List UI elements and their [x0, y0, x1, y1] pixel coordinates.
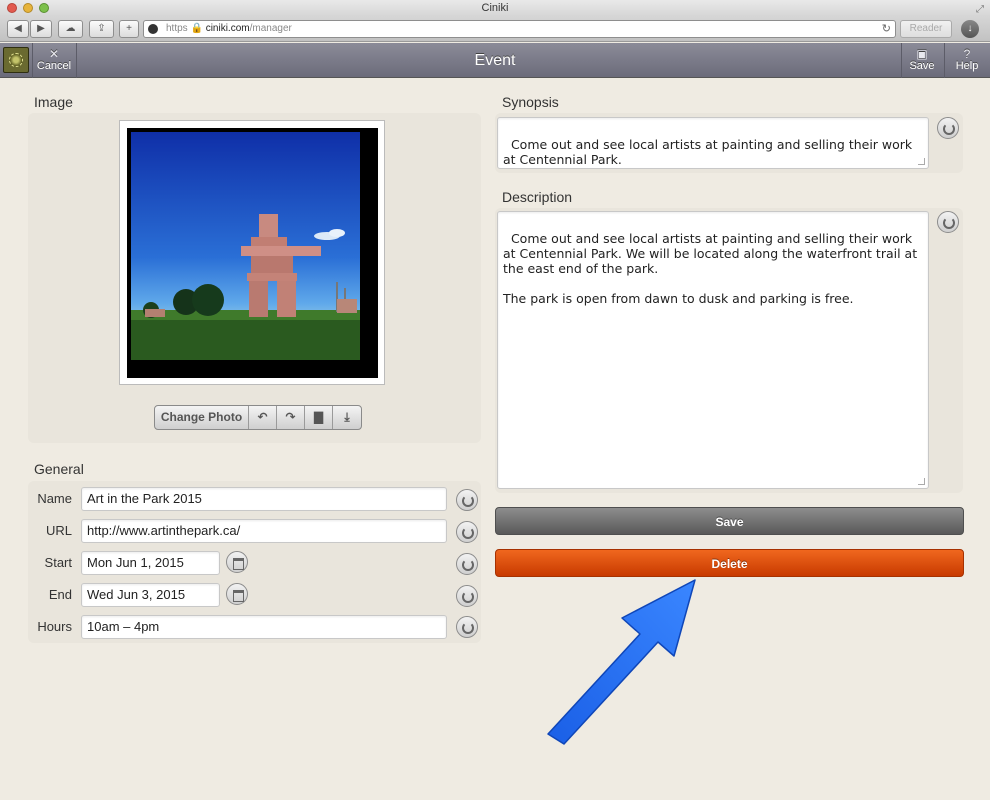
help-button[interactable]: ? Help [948, 48, 986, 72]
rotate-left-button[interactable]: ↶ [249, 406, 277, 429]
help-label: Help [955, 60, 979, 72]
photo-toolbar: Change Photo ↶ ↷ ▇ ⤓ [154, 405, 362, 430]
cloud-icon: ☁ [65, 23, 76, 34]
zoom-window-button[interactable] [39, 3, 49, 13]
description-revert-button[interactable] [937, 211, 959, 233]
synopsis-textarea[interactable]: Come out and see local artists at painti… [497, 117, 929, 169]
synopsis-revert-button[interactable] [937, 117, 959, 139]
close-icon: ✕ [48, 47, 60, 61]
image-section-label: Image [34, 94, 73, 110]
window-titlebar: Ciniki ⤢ [0, 0, 990, 16]
help-icon: ? [963, 47, 971, 61]
name-revert-button[interactable] [456, 489, 478, 511]
change-photo-button[interactable]: Change Photo [155, 406, 249, 429]
start-label: Start [44, 555, 72, 570]
url-input[interactable]: http://www.artinthepark.ca/ [81, 519, 447, 543]
header-divider [944, 43, 945, 78]
description-text: Come out and see local artists at painti… [503, 231, 918, 306]
hours-revert-button[interactable] [456, 616, 478, 638]
header-divider [901, 43, 902, 78]
event-photo-frame[interactable] [119, 120, 385, 385]
header-save-button[interactable]: ▣ Save [903, 48, 941, 72]
window-title: Ciniki [481, 2, 509, 14]
site-globe-icon [148, 24, 158, 34]
add-bookmark-button[interactable]: + [119, 20, 139, 38]
url-host: ciniki.com [205, 23, 250, 34]
share-button[interactable]: ⇪ [89, 20, 114, 38]
synopsis-section-label: Synopsis [502, 94, 559, 110]
end-date-input[interactable]: Wed Jun 3, 2015 [81, 583, 220, 607]
rotate-right-button[interactable]: ↷ [277, 406, 305, 429]
app-logo[interactable] [3, 47, 29, 73]
inukshuk-photo-art [131, 214, 360, 360]
save-button[interactable]: Save [495, 507, 964, 535]
header-divider [32, 43, 33, 78]
share-icon: ⇪ [97, 23, 106, 34]
reload-icon[interactable]: ↻ [882, 21, 891, 37]
hours-input[interactable]: 10am – 4pm [81, 615, 447, 639]
url-path: /manager [249, 23, 292, 34]
address-bar[interactable]: https 🔒 ciniki.com/manager ↻ [143, 20, 896, 38]
download-icon: ⤓ [344, 410, 350, 424]
start-calendar-button[interactable] [226, 551, 248, 573]
reader-button[interactable]: Reader [900, 20, 952, 38]
cancel-label: Cancel [36, 60, 72, 72]
description-textarea[interactable]: Come out and see local artists at painti… [497, 211, 929, 489]
delete-photo-button[interactable]: ▇ [305, 406, 333, 429]
forward-button[interactable]: ▶ [30, 20, 52, 38]
floppy-disk-icon: ▣ [916, 47, 928, 61]
close-window-button[interactable] [7, 3, 17, 13]
name-input[interactable]: Art in the Park 2015 [81, 487, 447, 511]
description-section-label: Description [502, 189, 573, 205]
annotation-arrow-icon [547, 579, 696, 745]
rotate-left-icon: ↶ [257, 410, 268, 424]
start-date-input[interactable]: Mon Jun 1, 2015 [81, 551, 220, 575]
url-revert-button[interactable] [456, 521, 478, 543]
synopsis-text: Come out and see local artists at painti… [503, 137, 917, 167]
end-label: End [48, 587, 72, 602]
end-calendar-button[interactable] [226, 583, 248, 605]
header-divider [76, 43, 77, 78]
back-arrow-icon: ◀ [14, 23, 22, 34]
resize-grip-icon[interactable] [918, 478, 925, 485]
general-section-label: General [34, 461, 84, 477]
page-title: Event [474, 52, 516, 69]
browser-toolbar: ◀ ▶ ☁ ⇪ + https 🔒 ciniki.com/manager ↻ R… [0, 16, 990, 42]
minimize-window-button[interactable] [23, 3, 33, 13]
logo-emblem-icon [9, 53, 23, 67]
plus-icon: + [126, 23, 132, 34]
url-scheme: https [166, 23, 188, 34]
lock-icon: 🔒 [190, 23, 203, 34]
url-label: URL [45, 523, 72, 538]
download-photo-button[interactable]: ⤓ [333, 406, 361, 429]
rotate-right-icon: ↷ [285, 410, 296, 424]
download-arrow-icon: ↓ [967, 23, 973, 34]
resize-grip-icon[interactable] [918, 158, 925, 165]
icloud-tabs-button[interactable]: ☁ [58, 20, 83, 38]
delete-button[interactable]: Delete [495, 549, 964, 577]
end-revert-button[interactable] [456, 585, 478, 607]
name-label: Name [37, 491, 72, 506]
header-save-label: Save [909, 60, 935, 72]
trash-icon: ▇ [313, 410, 324, 424]
start-revert-button[interactable] [456, 553, 478, 575]
event-photo [131, 132, 360, 360]
downloads-button[interactable]: ↓ [961, 20, 979, 38]
forward-arrow-icon: ▶ [37, 23, 45, 34]
hours-label: Hours [37, 619, 72, 634]
app-header: ✕ Cancel Event ▣ Save ? Help [0, 43, 990, 78]
cancel-button[interactable]: ✕ Cancel [34, 48, 74, 72]
back-button[interactable]: ◀ [7, 20, 29, 38]
